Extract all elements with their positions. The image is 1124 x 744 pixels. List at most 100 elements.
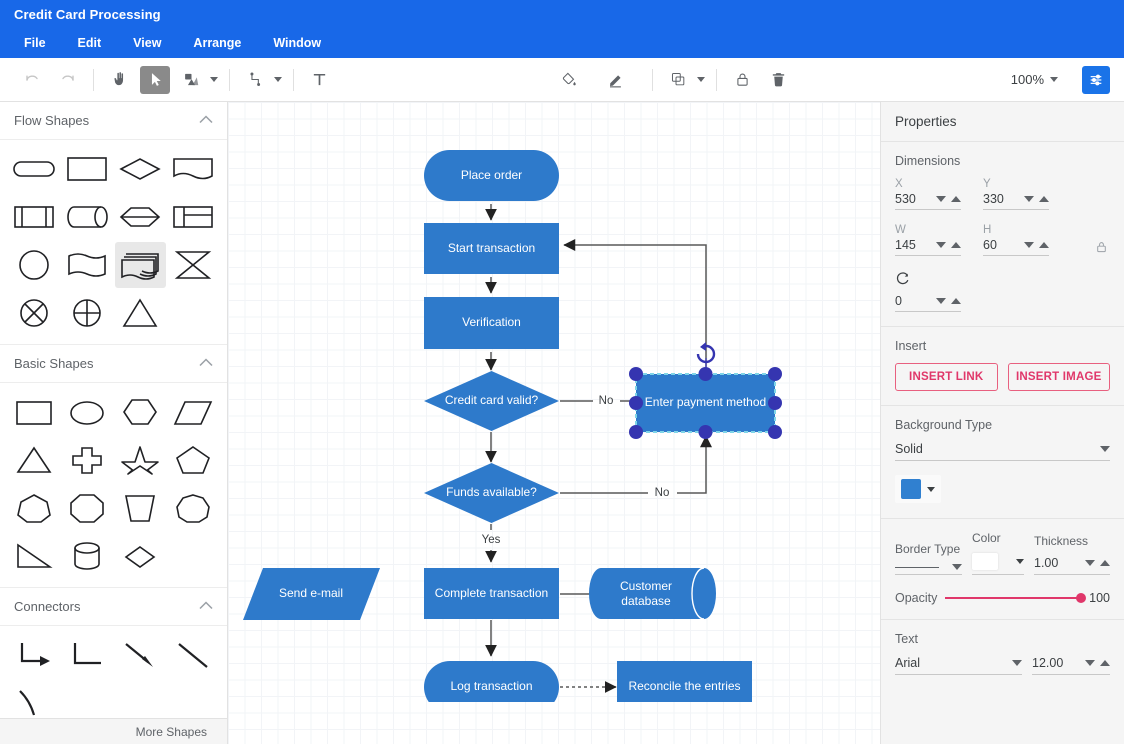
select-tool-button[interactable] xyxy=(140,66,170,94)
menu-edit[interactable]: Edit xyxy=(62,32,118,54)
pan-tool-button[interactable] xyxy=(104,66,134,94)
section-header-flow-shapes[interactable]: Flow Shapes xyxy=(0,102,227,140)
font-size-decrement[interactable] xyxy=(1085,660,1095,666)
shape-cylinder[interactable] xyxy=(61,533,112,579)
shape-direct-data[interactable] xyxy=(61,194,112,240)
undo-button[interactable] xyxy=(17,66,47,94)
shapes-scroll-area[interactable]: Flow Shapes xyxy=(0,102,227,718)
shape-octagon[interactable] xyxy=(61,485,112,531)
shape-rectangle[interactable] xyxy=(8,389,59,435)
background-color-picker[interactable] xyxy=(895,475,941,503)
h-increment[interactable] xyxy=(1039,242,1049,248)
connector-elbow-arrow[interactable] xyxy=(8,632,59,678)
redo-button[interactable] xyxy=(53,66,83,94)
shape-hexagon[interactable] xyxy=(115,389,166,435)
shape-heptagon[interactable] xyxy=(8,485,59,531)
node-verification[interactable]: Verification xyxy=(424,297,559,349)
thickness-increment[interactable] xyxy=(1100,560,1110,566)
opacity-slider[interactable] xyxy=(945,597,1081,599)
border-color-picker[interactable] xyxy=(972,553,1024,575)
border-thickness-input[interactable]: 1.00 xyxy=(1034,556,1110,575)
connector-diagonal-line[interactable] xyxy=(168,632,219,678)
zoom-dropdown-caret[interactable] xyxy=(1050,77,1058,82)
rotation-increment[interactable] xyxy=(951,298,961,304)
shape-dropdown-caret[interactable] xyxy=(210,77,218,82)
copy-dropdown-caret[interactable] xyxy=(697,77,705,82)
shape-terminator[interactable] xyxy=(8,146,59,192)
shape-tool-button[interactable] xyxy=(176,66,206,94)
menu-arrange[interactable]: Arrange xyxy=(177,32,257,54)
fill-color-button[interactable] xyxy=(554,66,584,94)
rotation-input[interactable]: 0 xyxy=(895,294,961,312)
connector-dropdown-caret[interactable] xyxy=(274,77,282,82)
w-input[interactable]: 145 xyxy=(895,238,961,256)
font-size-increment[interactable] xyxy=(1100,660,1110,666)
menu-window[interactable]: Window xyxy=(257,32,337,54)
shape-triangle[interactable] xyxy=(115,290,166,336)
menu-file[interactable]: File xyxy=(8,32,62,54)
shape-document[interactable] xyxy=(168,146,219,192)
node-reconcile-entries[interactable]: Reconcile the entries xyxy=(617,661,752,702)
rotation-decrement[interactable] xyxy=(936,298,946,304)
node-start-transaction[interactable]: Start transaction xyxy=(424,223,559,274)
chevron-down-icon[interactable] xyxy=(1016,559,1024,564)
shape-trapezoid[interactable] xyxy=(115,485,166,531)
pen-button[interactable] xyxy=(601,66,631,94)
node-place-order[interactable]: Place order xyxy=(424,150,559,201)
shape-star[interactable] xyxy=(115,437,166,483)
node-enter-payment-method[interactable]: Enter payment method xyxy=(636,374,775,432)
lock-button[interactable] xyxy=(727,66,757,94)
diagram-canvas[interactable]: Place order Start transaction Verificati… xyxy=(228,102,880,744)
handle-bottom-right[interactable] xyxy=(768,425,782,439)
font-size-input[interactable]: 12.00 xyxy=(1032,656,1110,675)
handle-top-right[interactable] xyxy=(768,367,782,381)
h-input[interactable]: 60 xyxy=(983,238,1049,256)
shape-decision[interactable] xyxy=(115,146,166,192)
shape-hourglass[interactable] xyxy=(168,242,219,288)
node-funds-available[interactable]: Funds available? xyxy=(424,463,559,523)
connector-curve[interactable] xyxy=(8,680,59,718)
background-type-select[interactable]: Solid xyxy=(895,442,1110,461)
shape-circle-plus[interactable] xyxy=(61,290,112,336)
y-increment[interactable] xyxy=(1039,196,1049,202)
handle-middle-right[interactable] xyxy=(768,396,782,410)
shape-triangle-basic[interactable] xyxy=(8,437,59,483)
opacity-slider-knob[interactable] xyxy=(1076,593,1086,603)
connector-elbow-line[interactable] xyxy=(61,632,112,678)
w-increment[interactable] xyxy=(951,242,961,248)
node-credit-card-valid[interactable]: Credit card valid? xyxy=(424,371,559,431)
y-decrement[interactable] xyxy=(1024,196,1034,202)
font-family-select[interactable]: Arial xyxy=(895,656,1022,675)
shape-process[interactable] xyxy=(61,146,112,192)
shape-cross[interactable] xyxy=(61,437,112,483)
chevron-down-icon[interactable] xyxy=(927,487,935,492)
more-shapes-button[interactable]: More Shapes xyxy=(0,718,227,744)
handle-top-left[interactable] xyxy=(629,367,643,381)
shape-ellipse[interactable] xyxy=(61,389,112,435)
x-increment[interactable] xyxy=(951,196,961,202)
section-header-connectors[interactable]: Connectors xyxy=(0,588,227,626)
handle-top-center[interactable] xyxy=(699,367,713,381)
connector-diagonal-arrow[interactable] xyxy=(115,632,166,678)
shape-multidocument[interactable] xyxy=(61,242,112,288)
shape-pentagon[interactable] xyxy=(168,437,219,483)
menu-view[interactable]: View xyxy=(117,32,177,54)
copy-button[interactable] xyxy=(663,66,693,94)
shape-parallelogram[interactable] xyxy=(168,389,219,435)
delete-button[interactable] xyxy=(763,66,793,94)
text-tool-button[interactable] xyxy=(304,66,334,94)
x-input[interactable]: 530 xyxy=(895,192,961,210)
shape-right-triangle[interactable] xyxy=(8,533,59,579)
thickness-decrement[interactable] xyxy=(1085,560,1095,566)
node-log-transaction[interactable]: Log transaction xyxy=(424,661,559,702)
shape-predefined-process[interactable] xyxy=(8,194,59,240)
aspect-ratio-lock-icon[interactable] xyxy=(1095,240,1108,257)
connector-tool-button[interactable] xyxy=(240,66,270,94)
h-decrement[interactable] xyxy=(1024,242,1034,248)
insert-link-button[interactable]: INSERT LINK xyxy=(895,363,998,391)
node-complete-transaction[interactable]: Complete transaction xyxy=(424,568,559,619)
node-send-email[interactable]: Send e-mail xyxy=(243,568,380,620)
shape-diamond[interactable] xyxy=(115,533,166,579)
chevron-down-icon[interactable] xyxy=(1100,446,1110,452)
chevron-down-icon[interactable] xyxy=(1012,660,1022,666)
